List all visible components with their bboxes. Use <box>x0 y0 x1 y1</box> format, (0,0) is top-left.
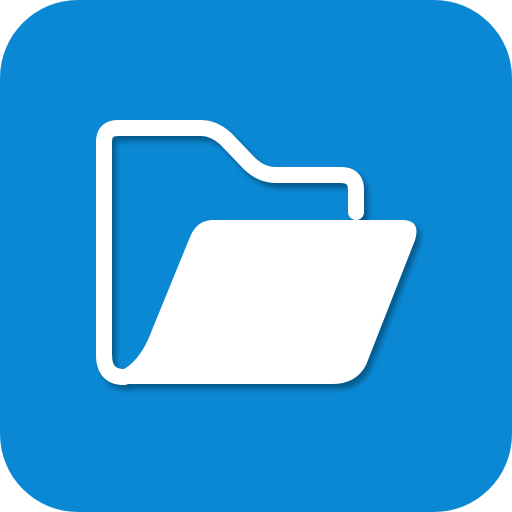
app-icon[interactable] <box>0 0 512 512</box>
folder-open-icon <box>0 0 512 512</box>
